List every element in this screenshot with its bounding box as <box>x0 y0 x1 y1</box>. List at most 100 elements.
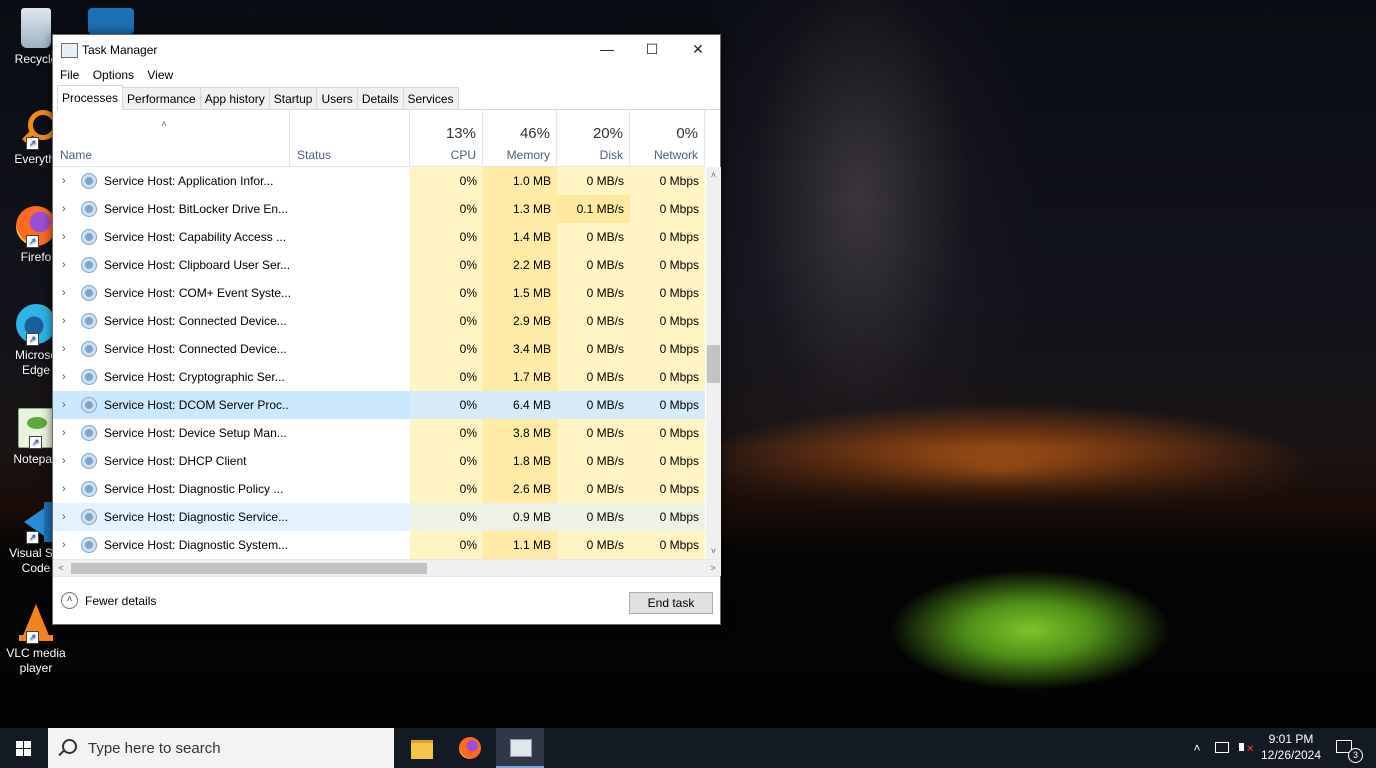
expand-chevron-icon[interactable]: › <box>62 251 66 279</box>
process-cpu: 0% <box>410 335 483 363</box>
process-name-cell[interactable]: › Service Host: Connected Device... <box>53 307 289 335</box>
process-name-cell[interactable]: › Service Host: Capability Access ... <box>53 223 289 251</box>
process-name-cell[interactable]: › Service Host: Connected Device... <box>53 335 289 363</box>
process-row[interactable]: › Service Host: Diagnostic Service... 0% 0.… <box>53 503 705 531</box>
process-name-cell[interactable]: › Service Host: Cryptographic Ser... <box>53 363 289 391</box>
tab-startup[interactable]: Startup <box>268 87 318 109</box>
tab-processes[interactable]: Processes <box>57 85 124 110</box>
scroll-right-arrow-icon[interactable]: ˃ <box>705 560 721 576</box>
tab-app-history[interactable]: App history <box>199 87 270 109</box>
expand-chevron-icon[interactable]: › <box>62 223 66 251</box>
process-cpu: 0% <box>410 363 483 391</box>
process-network: 0 Mbps <box>630 391 705 419</box>
network-icon[interactable] <box>1213 728 1231 768</box>
expand-chevron-icon[interactable]: › <box>62 531 66 559</box>
expand-chevron-icon[interactable]: › <box>62 335 66 363</box>
menu-file[interactable]: File <box>60 65 79 85</box>
horizontal-scroll-thumb[interactable] <box>71 563 427 574</box>
vertical-scroll-thumb[interactable] <box>707 345 720 383</box>
expand-chevron-icon[interactable]: › <box>62 195 66 223</box>
process-disk: 0 MB/s <box>557 447 630 475</box>
process-name-cell[interactable]: › Service Host: Diagnostic Service... <box>53 503 289 531</box>
end-task-button[interactable]: End task <box>629 592 713 614</box>
expand-chevron-icon[interactable]: › <box>62 447 66 475</box>
action-center-button[interactable]: 3 <box>1332 728 1363 768</box>
process-status-cell <box>289 307 410 335</box>
show-hidden-icons-chevron-icon[interactable]: ˄ <box>1190 728 1204 768</box>
process-status-cell <box>289 531 410 559</box>
process-name-cell[interactable]: › Service Host: Application Infor... <box>53 167 289 195</box>
minimize-button[interactable]: — <box>584 35 630 65</box>
expand-chevron-icon[interactable]: › <box>62 475 66 503</box>
expand-chevron-icon[interactable]: › <box>62 363 66 391</box>
process-row[interactable]: › Service Host: Diagnostic System... 0% 1.1… <box>53 531 705 559</box>
process-row[interactable]: › Service Host: Cryptographic Ser... 0% 1.7… <box>53 363 705 391</box>
process-name-cell[interactable]: › Service Host: Diagnostic System... <box>53 531 289 559</box>
process-name-cell[interactable]: › Service Host: DCOM Server Proc... <box>53 391 292 419</box>
tab-performance[interactable]: Performance <box>122 87 201 109</box>
vertical-scrollbar[interactable]: ˄ ˅ <box>706 167 721 559</box>
column-memory[interactable]: 46% Memory <box>483 109 557 166</box>
column-disk[interactable]: 20% Disk <box>557 109 630 166</box>
expand-chevron-icon[interactable]: › <box>62 391 66 419</box>
process-memory: 3.8 MB <box>483 419 557 447</box>
process-row[interactable]: › Service Host: DCOM Server Proc... 0% 6.4 … <box>53 391 705 419</box>
tab-users[interactable]: Users <box>316 87 358 109</box>
horizontal-scrollbar[interactable]: ˂ ˃ <box>53 559 721 576</box>
taskbar-firefox[interactable] <box>446 728 494 768</box>
system-clock[interactable]: 9:01 PM 12/26/2024 <box>1258 731 1324 763</box>
process-row[interactable]: › Service Host: BitLocker Drive En... 0% 1.… <box>53 195 705 223</box>
process-name-cell[interactable]: › Service Host: DHCP Client <box>53 447 289 475</box>
process-network: 0 Mbps <box>630 447 705 475</box>
process-name: Service Host: Diagnostic Service... <box>104 510 289 524</box>
column-status[interactable]: Status <box>289 109 410 166</box>
process-network: 0 Mbps <box>630 251 705 279</box>
process-name-cell[interactable]: › Service Host: Clipboard User Ser... <box>53 251 290 279</box>
process-network: 0 Mbps <box>630 363 705 391</box>
process-name-cell[interactable]: › Service Host: Device Setup Man... <box>53 419 289 447</box>
tab-services[interactable]: Services <box>402 87 459 109</box>
process-row[interactable]: › Service Host: Clipboard User Ser... 0% 2.… <box>53 251 705 279</box>
title-bar[interactable]: Task Manager — ☐ ✕ <box>53 35 720 65</box>
process-name-cell[interactable]: › Service Host: COM+ Event Syste... <box>53 279 291 307</box>
notification-count-badge: 3 <box>1348 748 1363 763</box>
process-row[interactable]: › Service Host: Connected Device... 0% 2.9 … <box>53 307 705 335</box>
process-row[interactable]: › Service Host: Capability Access ... 0% 1.… <box>53 223 705 251</box>
expand-chevron-icon[interactable]: › <box>62 307 66 335</box>
process-name-cell[interactable]: › Service Host: Diagnostic Policy ... <box>53 475 289 503</box>
column-cpu[interactable]: 13% CPU <box>410 109 483 166</box>
expand-chevron-icon[interactable]: › <box>62 279 66 307</box>
menu-view[interactable]: View <box>147 65 173 85</box>
process-row[interactable]: › Service Host: DHCP Client 0% 1.8 MB 0 MB/s… <box>53 447 705 475</box>
column-name-label: Name <box>60 148 93 162</box>
process-status-cell <box>289 391 410 419</box>
scroll-left-arrow-icon[interactable]: ˂ <box>53 560 69 576</box>
taskbar-file-explorer[interactable] <box>398 728 446 768</box>
column-network[interactable]: 0% Network <box>630 109 705 166</box>
volume-muted-icon[interactable]: ✕ <box>1237 728 1255 768</box>
process-name-cell[interactable]: › Service Host: BitLocker Drive En... <box>53 195 289 223</box>
column-name[interactable]: ˄ Name <box>53 109 289 166</box>
start-button[interactable] <box>0 728 48 768</box>
service-gear-icon <box>82 482 96 496</box>
maximize-button[interactable]: ☐ <box>629 35 675 65</box>
scroll-down-arrow-icon[interactable]: ˅ <box>706 543 721 559</box>
tab-details[interactable]: Details <box>356 87 404 109</box>
process-row[interactable]: › Service Host: Connected Device... 0% 3.4 … <box>53 335 705 363</box>
expand-chevron-icon[interactable]: › <box>62 167 66 195</box>
process-row[interactable]: › Service Host: Application Infor... 0% 1.0… <box>53 167 705 195</box>
expand-chevron-icon[interactable]: › <box>62 419 66 447</box>
expand-chevron-icon[interactable]: › <box>62 503 66 531</box>
fewer-details-button[interactable]: ˄ Fewer details <box>61 592 156 609</box>
taskbar-search-box[interactable]: Type here to search <box>48 728 394 768</box>
desktop-app-icon[interactable] <box>88 8 134 34</box>
process-row[interactable]: › Service Host: COM+ Event Syste... 0% 1.5 … <box>53 279 705 307</box>
menu-options[interactable]: Options <box>93 65 134 85</box>
process-disk: 0 MB/s <box>557 503 630 531</box>
process-row[interactable]: › Service Host: Device Setup Man... 0% 3.8 … <box>53 419 705 447</box>
scroll-up-arrow-icon[interactable]: ˄ <box>706 167 721 183</box>
process-status-cell <box>289 195 410 223</box>
taskbar-task-manager[interactable] <box>496 728 544 768</box>
process-row[interactable]: › Service Host: Diagnostic Policy ... 0% 2.… <box>53 475 705 503</box>
close-button[interactable]: ✕ <box>675 35 721 65</box>
